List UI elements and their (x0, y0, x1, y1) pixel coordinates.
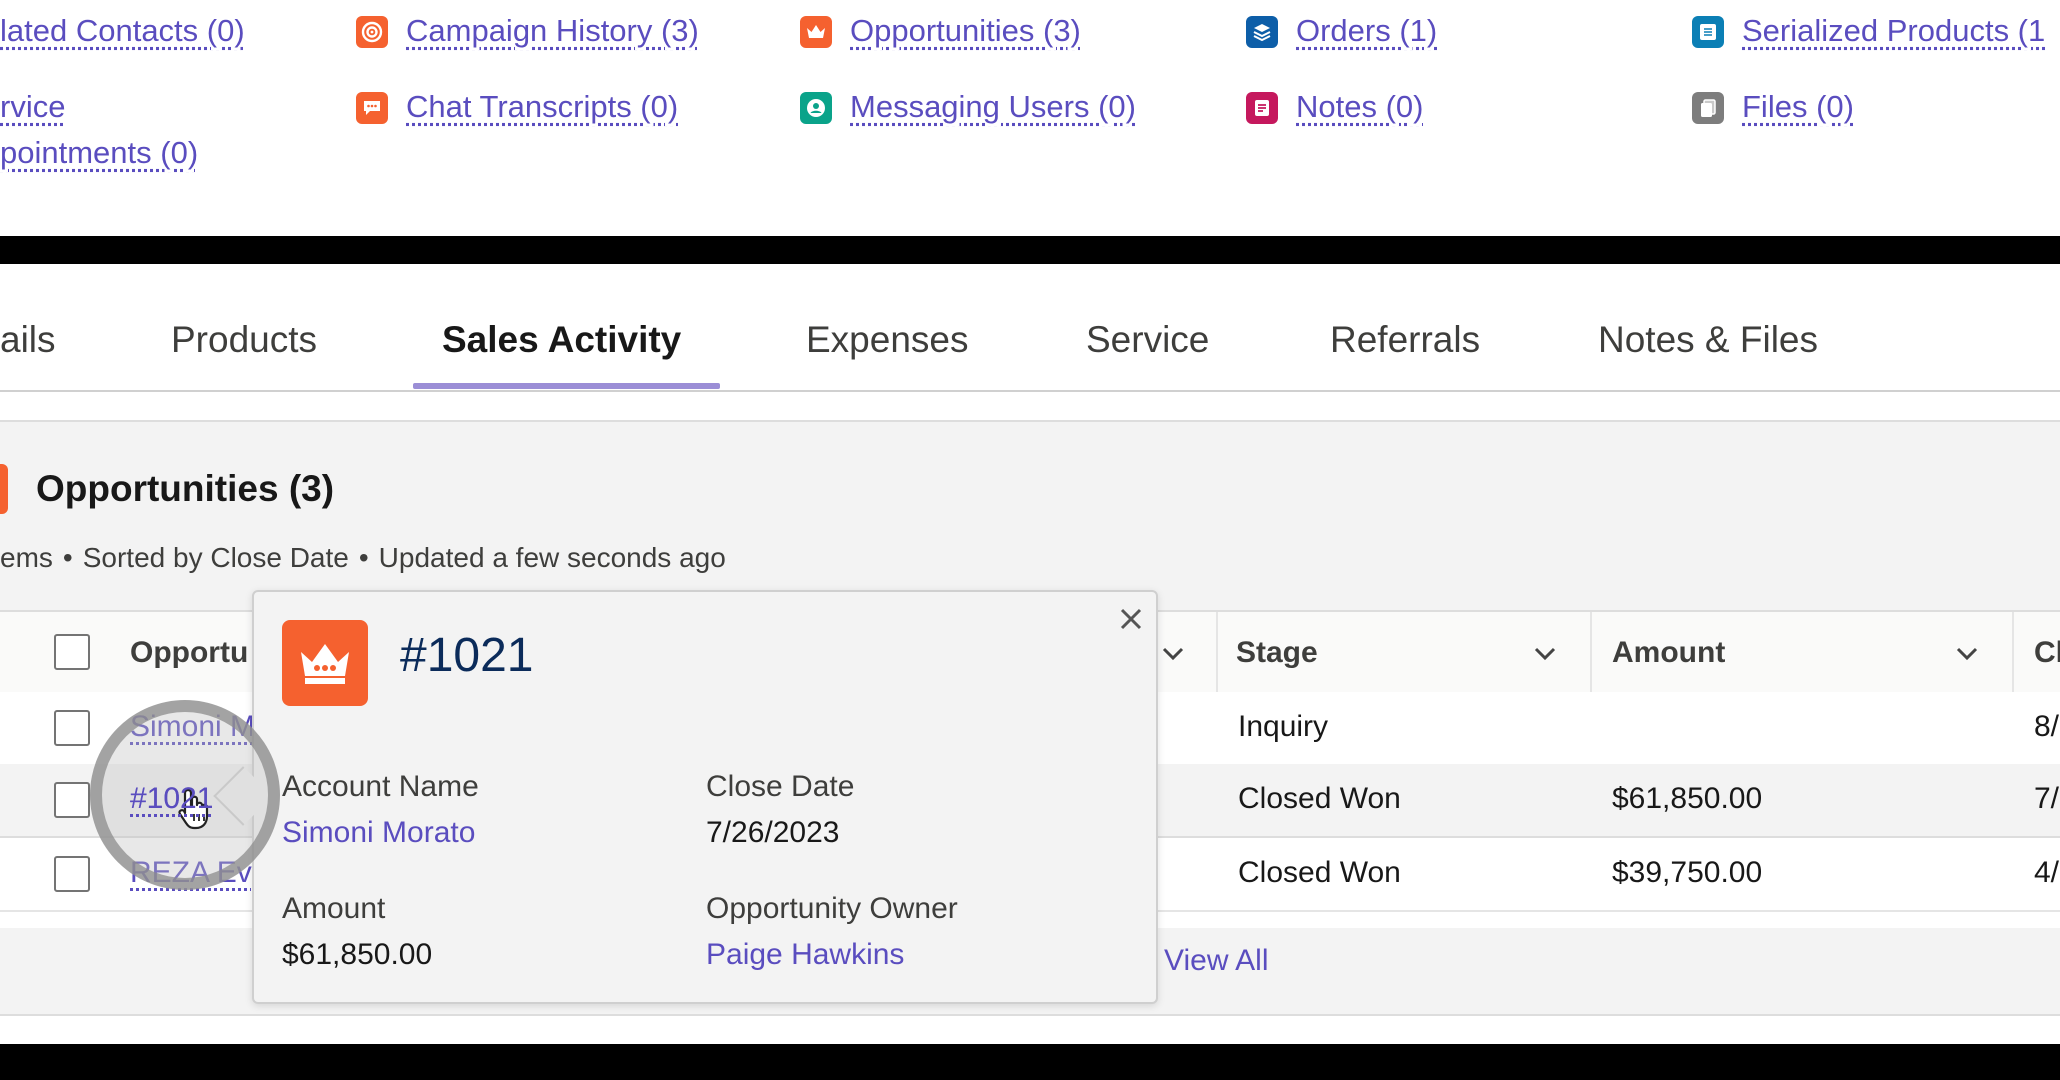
chevron-down-icon[interactable] (1530, 638, 1560, 668)
serialized-products-label[interactable]: Serialized Products (1 (1742, 8, 2045, 54)
chevron-down-icon[interactable] (1158, 638, 1188, 668)
opportunity-hover-popover: #1021 Account Name Simoni Morato Close D… (252, 590, 1158, 1004)
account-name-link[interactable]: Simoni Morato (282, 816, 475, 850)
serialized-products-icon (1692, 16, 1724, 48)
meta-separator: • (358, 542, 369, 573)
column-header-amount[interactable]: Amount (1612, 636, 1725, 670)
column-header-name[interactable]: Opportu (130, 636, 248, 670)
tab-sales-activity[interactable]: Sales Activity (442, 319, 681, 361)
select-all-checkbox[interactable] (54, 634, 90, 670)
files-label[interactable]: Files (0) (1742, 84, 1854, 130)
notes-link[interactable]: Notes (0) (1246, 89, 1423, 130)
campaign-icon (356, 16, 388, 48)
close-date-cell: 4/ (2034, 856, 2060, 889)
opportunity-owner-link[interactable]: Paige Hawkins (706, 938, 904, 972)
screen-divider-top (0, 236, 2060, 264)
row-checkbox[interactable] (54, 782, 90, 818)
opportunity-card-icon (0, 464, 8, 514)
tab-expenses[interactable]: Expenses (806, 319, 969, 361)
campaign-history-label[interactable]: Campaign History (3) (406, 8, 699, 54)
related-contacts-label[interactable]: lated Contacts (0) (0, 8, 245, 54)
column-divider (1590, 612, 1592, 692)
stage-cell: Inquiry (1238, 710, 1329, 743)
account-name-label: Account Name (282, 770, 479, 803)
amount-value: $61,850.00 (282, 938, 433, 971)
opportunity-owner-label: Opportunity Owner (706, 892, 958, 925)
orders-icon (1246, 16, 1278, 48)
orders-link[interactable]: Orders (1) (1246, 13, 1437, 54)
tab-referrals[interactable]: Referrals (1330, 319, 1480, 361)
close-date-cell: 8/ (2034, 710, 2060, 743)
tab-details[interactable]: ails (0, 319, 56, 361)
close-icon[interactable] (1116, 604, 1146, 634)
close-date-label: Close Date (706, 770, 855, 803)
crown-icon (282, 620, 368, 706)
messaging-users-label[interactable]: Messaging Users (0) (850, 84, 1136, 130)
tab-products[interactable]: Products (171, 319, 317, 361)
active-tab-indicator (413, 383, 720, 389)
notes-icon (1246, 92, 1278, 124)
notes-label[interactable]: Notes (0) (1296, 84, 1423, 130)
service-appointments-label[interactable]: rvice pointments (0) (0, 84, 198, 176)
opportunities-label[interactable]: Opportunities (3) (850, 8, 1081, 54)
column-divider (1216, 612, 1218, 692)
chevron-down-icon[interactable] (1952, 638, 1982, 668)
meta-items-count: ems (0, 542, 53, 573)
crown-icon (800, 16, 832, 48)
column-header-close-date[interactable]: Cl (2034, 636, 2060, 670)
column-divider (2012, 612, 2014, 692)
messaging-users-link[interactable]: Messaging Users (0) (800, 89, 1136, 130)
meta-updated: Updated a few seconds ago (378, 542, 726, 573)
stage-cell: Closed Won (1238, 856, 1401, 889)
meta-separator: • (62, 542, 73, 573)
column-header-stage[interactable]: Stage (1236, 636, 1318, 670)
card-meta: ems • Sorted by Close Date • Updated a few s… (0, 542, 736, 574)
related-contacts-link[interactable]: lated Contacts (0) (0, 13, 245, 54)
amount-cell: $39,750.00 (1612, 856, 1763, 889)
chat-icon (356, 92, 388, 124)
campaign-history-link[interactable]: Campaign History (3) (356, 13, 699, 54)
related-list-links: lated Contacts (0) rvice pointments (0) … (0, 0, 2060, 236)
orders-label[interactable]: Orders (1) (1296, 8, 1437, 54)
messaging-user-icon (800, 92, 832, 124)
tab-notes-files[interactable]: Notes & Files (1598, 319, 1818, 361)
files-icon (1692, 92, 1724, 124)
close-date-value: 7/26/2023 (706, 816, 840, 849)
popover-title[interactable]: #1021 (400, 628, 533, 683)
row-checkbox[interactable] (54, 856, 90, 892)
row-checkbox[interactable] (54, 710, 90, 746)
service-appointments-link[interactable]: rvice pointments (0) (0, 89, 198, 176)
view-all-link[interactable]: View All (1164, 944, 1269, 978)
chat-transcripts-link[interactable]: Chat Transcripts (0) (356, 89, 678, 130)
opportunities-link[interactable]: Opportunities (3) (800, 13, 1081, 54)
card-title[interactable]: Opportunities (3) (36, 468, 334, 510)
opportunity-name-link-hovered[interactable]: #1021 (130, 782, 213, 816)
stage-cell: Closed Won (1238, 782, 1401, 815)
tab-service[interactable]: Service (1086, 319, 1209, 361)
meta-sort: Sorted by Close Date (82, 542, 349, 573)
serialized-products-link[interactable]: Serialized Products (1 (1692, 13, 2045, 54)
screen-divider-bottom (0, 1044, 2060, 1080)
close-date-cell: 7/ (2034, 782, 2060, 815)
files-link[interactable]: Files (0) (1692, 89, 1854, 130)
chat-transcripts-label[interactable]: Chat Transcripts (0) (406, 84, 678, 130)
amount-cell: $61,850.00 (1612, 782, 1763, 815)
record-tabs: ails Products Sales Activity Expenses Se… (0, 264, 2060, 392)
amount-label: Amount (282, 892, 386, 925)
